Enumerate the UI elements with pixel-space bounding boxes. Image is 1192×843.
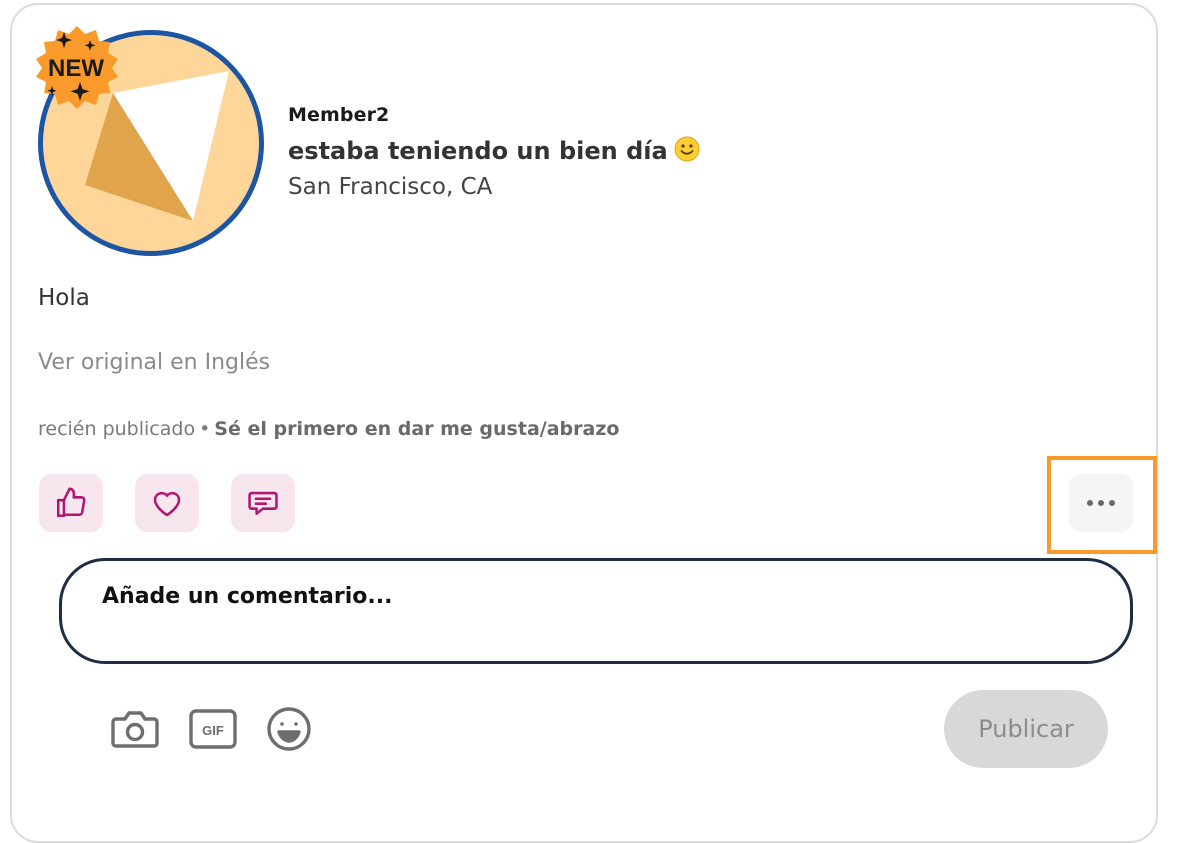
emoji-button[interactable] xyxy=(264,704,314,754)
gif-button[interactable]: GIF xyxy=(188,704,238,754)
like-button[interactable] xyxy=(39,474,103,532)
post-meta: recién publicado • Sé el primero en dar me… xyxy=(38,418,619,440)
emoji-icon xyxy=(267,707,311,751)
camera-button[interactable] xyxy=(110,704,160,754)
comment-button[interactable] xyxy=(231,474,295,532)
svg-text:GIF: GIF xyxy=(202,723,224,738)
highlight-box xyxy=(1047,456,1157,554)
username[interactable]: Member2 xyxy=(288,104,389,126)
post-body: Hola xyxy=(38,285,90,311)
new-badge: NEW xyxy=(32,24,122,110)
see-original-link[interactable]: Ver original en Inglés xyxy=(38,350,270,375)
separator: • xyxy=(199,418,211,440)
comment-input[interactable] xyxy=(100,583,1084,610)
gif-icon: GIF xyxy=(189,709,237,749)
thumbs-up-icon xyxy=(56,487,86,518)
status-line: estaba teniendo un bien día xyxy=(288,136,700,168)
publish-button[interactable]: Publicar xyxy=(944,690,1108,768)
camera-icon xyxy=(111,711,159,748)
smiley-icon xyxy=(674,136,700,168)
status-text: estaba teniendo un bien día xyxy=(288,137,668,165)
badge-text: NEW xyxy=(48,55,104,82)
comment-box xyxy=(59,558,1133,664)
location: San Francisco, CA xyxy=(288,174,493,200)
hug-button[interactable] xyxy=(135,474,199,532)
comment-icon xyxy=(248,491,278,515)
first-like-cta[interactable]: Sé el primero en dar me gusta/abrazo xyxy=(214,418,619,440)
heart-icon xyxy=(153,491,181,517)
timestamp: recién publicado xyxy=(38,418,196,440)
